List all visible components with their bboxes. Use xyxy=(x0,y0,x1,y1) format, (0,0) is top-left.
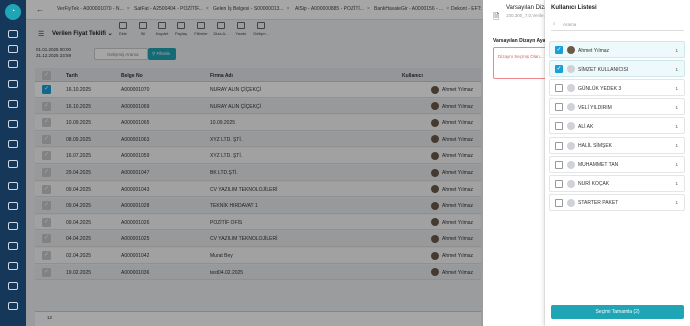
design-panel: 🗎 Varsayılan Dizayn 100,300_7,0,Verile..… xyxy=(483,0,554,326)
user-checkbox[interactable] xyxy=(555,141,563,150)
search-icon: ⌕ xyxy=(553,21,556,26)
user-list-item[interactable]: ✓ Ahmet Yılmaz 1 xyxy=(549,41,685,58)
user-checkbox[interactable] xyxy=(555,160,563,169)
gear-icon[interactable] xyxy=(8,282,18,290)
user-checkbox[interactable] xyxy=(555,179,563,188)
user-name: HALİL SİMŞEK xyxy=(578,143,612,149)
user-checkbox[interactable] xyxy=(555,122,563,131)
user-count: 1 xyxy=(675,47,678,53)
user-count: 1 xyxy=(675,200,678,206)
user-list-item[interactable]: VELİ YILDIRIM 1 xyxy=(549,98,685,116)
user-list-item[interactable]: ALİ AK 1 xyxy=(549,117,685,135)
design-input[interactable]: Dizaynı Seçmiş Olan... xyxy=(493,47,551,79)
user-list-panel: Kullanıcı Listesi ⌕ Arama Seçimi Tamamla … xyxy=(545,0,690,326)
user-checkbox[interactable]: ✓ xyxy=(555,65,563,74)
page-icon[interactable] xyxy=(8,242,18,250)
user-list-item[interactable]: STARTER PAKET 1 xyxy=(549,193,685,211)
panel-title: Kullanıcı Listesi xyxy=(551,5,597,11)
complete-selection-button[interactable]: Seçimi Tamamla (2) xyxy=(551,305,684,319)
check-icon[interactable] xyxy=(8,202,18,210)
invoice-icon[interactable] xyxy=(8,80,18,88)
avatar xyxy=(567,84,575,93)
avatar xyxy=(567,198,575,207)
user-count: 1 xyxy=(675,66,678,72)
avatar xyxy=(567,103,575,112)
modal-overlay[interactable] xyxy=(26,0,483,326)
avatar xyxy=(567,122,575,131)
user-count: 1 xyxy=(675,85,678,91)
file-icon[interactable] xyxy=(8,120,18,128)
user-list-item[interactable]: GÜNLÜK YEDEK 3 1 xyxy=(549,79,685,97)
document-icon[interactable] xyxy=(8,60,18,68)
user-count: 1 xyxy=(675,162,678,168)
user-name: Ahmet Yılmaz xyxy=(578,47,610,54)
user-name: SİMZET KULLANICISI xyxy=(578,66,629,73)
avatar xyxy=(567,65,575,74)
folder-icon[interactable] xyxy=(8,302,18,310)
user-list-item[interactable]: ✓ SİMZET KULLANICISI 1 xyxy=(549,60,685,78)
chat-icon[interactable] xyxy=(8,30,18,38)
avatar xyxy=(567,179,575,188)
user-count: 1 xyxy=(675,181,678,187)
user-list-item[interactable]: NURİ KOÇAK 1 xyxy=(549,174,685,192)
design-subtitle: 100,300_7,0,Verile... xyxy=(506,13,548,18)
user-checkbox[interactable] xyxy=(555,84,563,93)
cart-icon[interactable] xyxy=(8,45,18,53)
sidebar: ◔ xyxy=(0,0,26,326)
user-checkbox[interactable]: ✓ xyxy=(555,46,563,54)
user-search-input[interactable]: ⌕ Arama xyxy=(551,19,684,31)
avatar xyxy=(567,46,575,54)
globe-icon[interactable] xyxy=(8,222,18,230)
user-name: VELİ YILDIRIM xyxy=(578,104,612,111)
user-count: 1 xyxy=(675,143,678,148)
list-icon[interactable] xyxy=(8,140,18,148)
card-icon[interactable] xyxy=(8,182,18,190)
user-name: GÜNLÜK YEDEK 3 xyxy=(578,85,622,92)
design-label: Varsayılan Dizayn Aya... xyxy=(493,38,550,44)
user-list-item[interactable]: MUHAMMET TAN 1 xyxy=(549,155,685,173)
avatar xyxy=(567,141,575,150)
app-logo[interactable]: ◔ xyxy=(5,4,21,20)
report-icon[interactable] xyxy=(8,100,18,108)
user-count: 1 xyxy=(675,123,678,129)
bank-icon[interactable] xyxy=(8,160,18,168)
user-name: MUHAMMET TAN xyxy=(578,162,619,169)
user-count: 1 xyxy=(675,104,678,110)
document-icon: 🗎 xyxy=(493,12,500,21)
user-name: STARTER PAKET xyxy=(578,200,619,207)
box-icon[interactable] xyxy=(8,262,18,270)
user-list-item[interactable]: HALİL SİMŞEK 1 xyxy=(549,136,685,154)
avatar xyxy=(567,160,575,169)
user-checkbox[interactable] xyxy=(555,198,563,207)
user-checkbox[interactable] xyxy=(555,103,563,112)
user-name: NURİ KOÇAK xyxy=(578,181,610,188)
user-name: ALİ AK xyxy=(578,123,594,130)
